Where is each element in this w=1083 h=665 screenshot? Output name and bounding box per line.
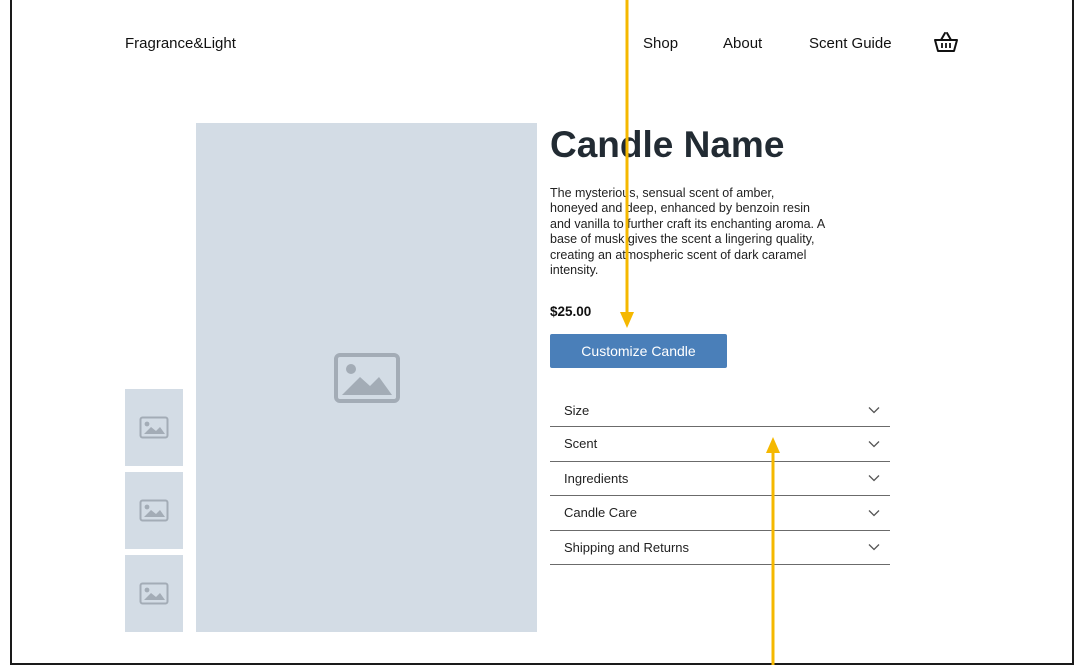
product-details-accordion: Size Scent Ingredients Candle Care Shipp… [550, 394, 890, 565]
accordion-shipping-returns[interactable]: Shipping and Returns [550, 531, 890, 565]
accordion-scent[interactable]: Scent [550, 427, 890, 462]
nav-shop[interactable]: Shop [643, 35, 678, 52]
accordion-ingredients[interactable]: Ingredients [550, 462, 890, 496]
image-placeholder-icon [139, 582, 169, 605]
chevron-down-icon [868, 475, 880, 482]
product-title: Candle Name [550, 124, 785, 165]
accordion-label: Scent [564, 436, 598, 452]
basket-icon[interactable] [933, 30, 959, 54]
chevron-down-icon [868, 407, 880, 414]
accordion-label: Ingredients [564, 470, 629, 486]
product-thumbnail-1[interactable] [125, 389, 183, 466]
accordion-label: Shipping and Returns [564, 539, 690, 555]
image-placeholder-icon [139, 499, 169, 522]
annotation-arrow-down [620, 0, 634, 328]
accordion-size[interactable]: Size [550, 394, 890, 427]
nav-scent-guide[interactable]: Scent Guide [809, 35, 892, 52]
chevron-down-icon [868, 544, 880, 551]
product-price: $25.00 [550, 304, 592, 319]
annotation-arrow-up [766, 437, 780, 665]
accordion-label: Size [564, 402, 590, 418]
nav-about[interactable]: About [723, 35, 762, 52]
product-description: The mysterious, sensual scent of amber, … [550, 186, 825, 278]
customize-candle-button[interactable]: Customize Candle [550, 334, 727, 368]
product-thumbnail-3[interactable] [125, 555, 183, 632]
accordion-candle-care[interactable]: Candle Care [550, 496, 890, 531]
chevron-down-icon [868, 509, 880, 517]
image-placeholder-icon [333, 352, 400, 403]
product-thumbnail-2[interactable] [125, 472, 183, 549]
brand-logo[interactable]: Fragrance&Light [125, 35, 236, 52]
image-placeholder-icon [139, 416, 169, 439]
chevron-down-icon [868, 440, 880, 448]
product-main-image [196, 123, 537, 632]
accordion-label: Candle Care [564, 505, 637, 521]
